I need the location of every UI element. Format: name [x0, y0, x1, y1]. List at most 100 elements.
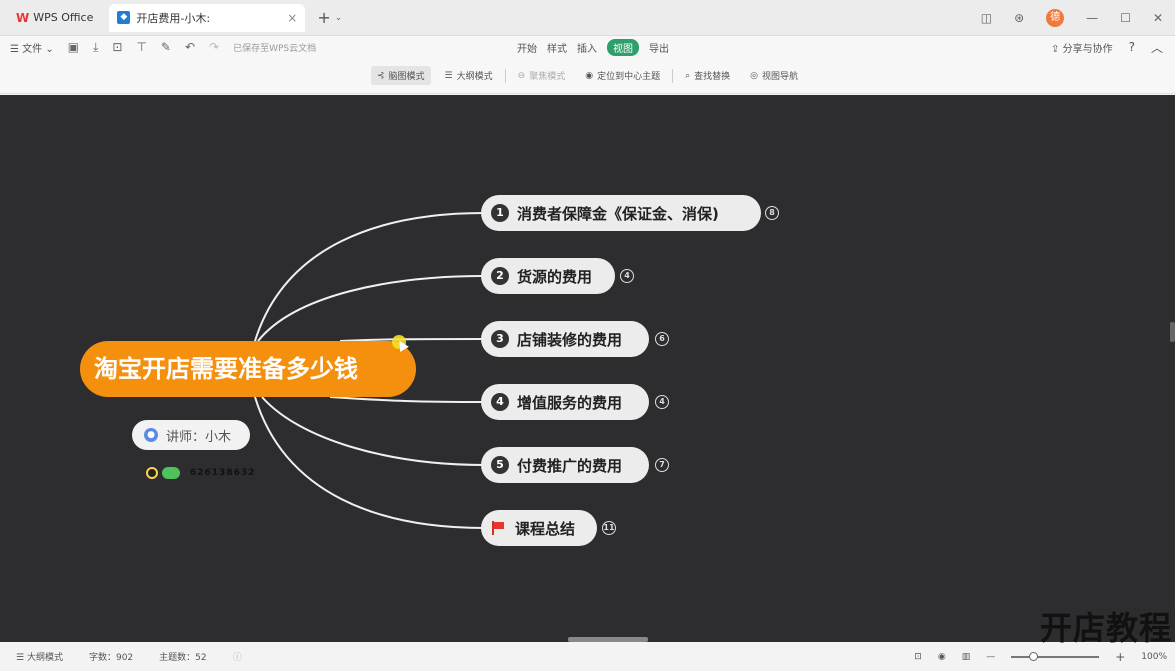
- view-nav-button[interactable]: ◎ 视图导航: [744, 66, 804, 85]
- connector-topic-4: [329, 396, 485, 403]
- topic-1[interactable]: 1 消费者保障金《保证金、消保): [481, 195, 761, 231]
- outline-icon: ☰: [16, 653, 25, 663]
- word-count: 字数：902: [88, 653, 134, 663]
- outline-mode-button[interactable]: ☰ 大纲模式: [439, 66, 499, 85]
- number-badge: 1: [491, 204, 509, 222]
- tab-document[interactable]: ◆ 开店费用-小木: ×: [109, 3, 306, 32]
- mindmap-icon: ⊰: [376, 70, 385, 81]
- minimize-icon[interactable]: —: [1086, 11, 1098, 25]
- info-icon[interactable]: ⓘ: [233, 650, 242, 663]
- topic-summary[interactable]: 课程总结: [481, 510, 597, 546]
- zoom-slider[interactable]: [1011, 651, 1100, 661]
- topic-label: 增值服务的费用: [517, 393, 623, 412]
- maximize-icon[interactable]: ☐: [1120, 11, 1131, 25]
- share-button[interactable]: ⇪ 分享与协作: [1051, 40, 1113, 55]
- menu-style[interactable]: 样式: [547, 40, 567, 55]
- subtopic-count-badge[interactable]: 4: [620, 269, 634, 283]
- file-menu-label: 文件: [22, 43, 43, 55]
- zoom-slider-handle[interactable]: [1029, 651, 1039, 661]
- topic-5[interactable]: 5 付费推广的费用: [481, 447, 649, 483]
- outline-icon: ☰: [444, 70, 453, 81]
- zoom-in-button[interactable]: +: [1115, 650, 1125, 664]
- redo-icon[interactable]: ↷: [209, 40, 219, 54]
- topic-4[interactable]: 4 增值服务的费用: [481, 384, 649, 420]
- format-painter-icon[interactable]: ⊤: [136, 40, 146, 54]
- wechat-icon: [162, 467, 180, 479]
- menu-export[interactable]: 导出: [649, 40, 669, 55]
- settings-icon[interactable]: ⊛: [1014, 11, 1024, 25]
- outline-mode-status-label: 大纲模式: [26, 653, 63, 663]
- subtopic-count-badge[interactable]: 11: [602, 521, 616, 535]
- tab-wps-office[interactable]: W WPS Office: [6, 4, 103, 32]
- topic-3[interactable]: 3 店铺装修的费用: [481, 321, 649, 357]
- locate-center-button[interactable]: ◉ 定位到中心主题: [579, 66, 666, 85]
- pen-icon[interactable]: ✎: [161, 40, 171, 54]
- outline-mode-toggle[interactable]: ☰ 大纲模式: [16, 650, 63, 663]
- export-icon[interactable]: ⊡: [112, 40, 122, 54]
- menu-start[interactable]: 开始: [517, 40, 537, 55]
- subtopic-count-badge[interactable]: 4: [655, 395, 669, 409]
- divider: [672, 68, 674, 83]
- eye-icon: ◎: [750, 70, 758, 81]
- connector-topic-6: [254, 396, 485, 529]
- outline-mode-label: 大纲模式: [456, 72, 493, 82]
- view-toolbar: ⊰ 脑图模式 ☰ 大纲模式 ⊖ 聚焦模式 ◉ 定位到中心主题 ⌕ 查找替换 ◎ 视图导航: [0, 58, 1175, 94]
- file-menu[interactable]: ☰ 文件 ⌄: [10, 40, 54, 55]
- lecturer-label: 讲师：小木: [166, 429, 232, 445]
- undo-icon[interactable]: ↶: [185, 40, 195, 54]
- menu-view[interactable]: 视图: [607, 38, 639, 56]
- root-topic[interactable]: 淘宝开店需要准备多少钱: [80, 341, 416, 397]
- help-icon[interactable]: ?: [1129, 40, 1135, 54]
- view-nav-label: 视图导航: [762, 72, 799, 82]
- number-badge: 3: [491, 330, 509, 348]
- menu-insert[interactable]: 插入: [577, 40, 597, 55]
- status-bar: ☰ 大纲模式 字数：902 主题数：52 ⓘ ⊡ ◉ ▥ — + 100%: [0, 642, 1175, 671]
- find-replace-button[interactable]: ⌕ 查找替换: [679, 66, 736, 85]
- contact-number: 626138632: [190, 468, 256, 478]
- lecturer-node[interactable]: ● 讲师：小木: [132, 420, 250, 450]
- divider: [504, 68, 506, 83]
- subtopic-count-badge[interactable]: 8: [765, 206, 779, 220]
- map-icon[interactable]: ▥: [962, 652, 971, 662]
- menu-bar: ☰ 文件 ⌄ ▣ ⤓ ⊡ ⊤ ✎ ↶ ↷ 已保存至WPS云文档 开始 样式 插入…: [0, 36, 1175, 58]
- topic-count: 主题数：52: [159, 653, 207, 663]
- download-icon[interactable]: ⤓: [93, 40, 98, 55]
- title-bar: W WPS Office ◆ 开店费用-小木: × + ⌄ ◫ ⊛ 德 — ☐ …: [0, 0, 1175, 36]
- subtopic-count-badge[interactable]: 6: [655, 332, 669, 346]
- number-badge: 4: [491, 393, 509, 411]
- connector-topic-2: [257, 275, 485, 342]
- flag-icon: [491, 521, 505, 535]
- topic-2[interactable]: 2 货源的费用: [481, 258, 615, 294]
- tab-document-label: 开店费用-小木:: [136, 11, 211, 25]
- fit-screen-icon[interactable]: ⊡: [914, 652, 922, 662]
- mindmap-canvas[interactable]: 淘宝开店需要准备多少钱 ● 讲师：小木 626138632 1 消费者保障金《保…: [0, 95, 1175, 642]
- focus-mode-label: 聚焦模式: [529, 72, 566, 82]
- watermark-text: 开店教程: [1040, 609, 1173, 647]
- tab-close-icon[interactable]: ×: [287, 11, 297, 25]
- save-status: 已保存至WPS云文档: [233, 43, 317, 54]
- person-icon: ●: [144, 428, 158, 442]
- topic-label: 店铺装修的费用: [517, 330, 623, 349]
- tab-list-dropdown-icon[interactable]: ⌄: [335, 13, 343, 23]
- focus-icon: ⊖: [517, 70, 526, 81]
- zoom-out-button[interactable]: —: [986, 652, 995, 662]
- vertical-scrollbar[interactable]: [1170, 322, 1175, 342]
- save-icon[interactable]: ▣: [68, 40, 79, 54]
- user-avatar[interactable]: 德: [1046, 8, 1065, 27]
- topic-label: 课程总结: [515, 519, 576, 538]
- zoom-level: 100%: [1141, 651, 1167, 662]
- wps-logo-icon: W: [16, 10, 30, 25]
- layout-icon[interactable]: ◫: [981, 11, 992, 25]
- subtopic-count-badge[interactable]: 7: [655, 458, 669, 472]
- new-tab-button[interactable]: +: [317, 8, 330, 27]
- collapse-ribbon-icon[interactable]: ︿: [1151, 39, 1163, 56]
- connector-topic-5: [261, 396, 485, 466]
- locate-center-label: 定位到中心主题: [597, 72, 661, 82]
- target-icon[interactable]: ◉: [938, 652, 946, 662]
- focus-mode-button[interactable]: ⊖ 聚焦模式: [512, 66, 572, 85]
- topic-label: 消费者保障金《保证金、消保): [517, 204, 719, 223]
- topic-label: 付费推广的费用: [517, 456, 623, 475]
- close-window-icon[interactable]: ✕: [1153, 11, 1163, 25]
- contact-info: 626138632: [146, 467, 255, 479]
- mindmap-mode-button[interactable]: ⊰ 脑图模式: [370, 66, 431, 85]
